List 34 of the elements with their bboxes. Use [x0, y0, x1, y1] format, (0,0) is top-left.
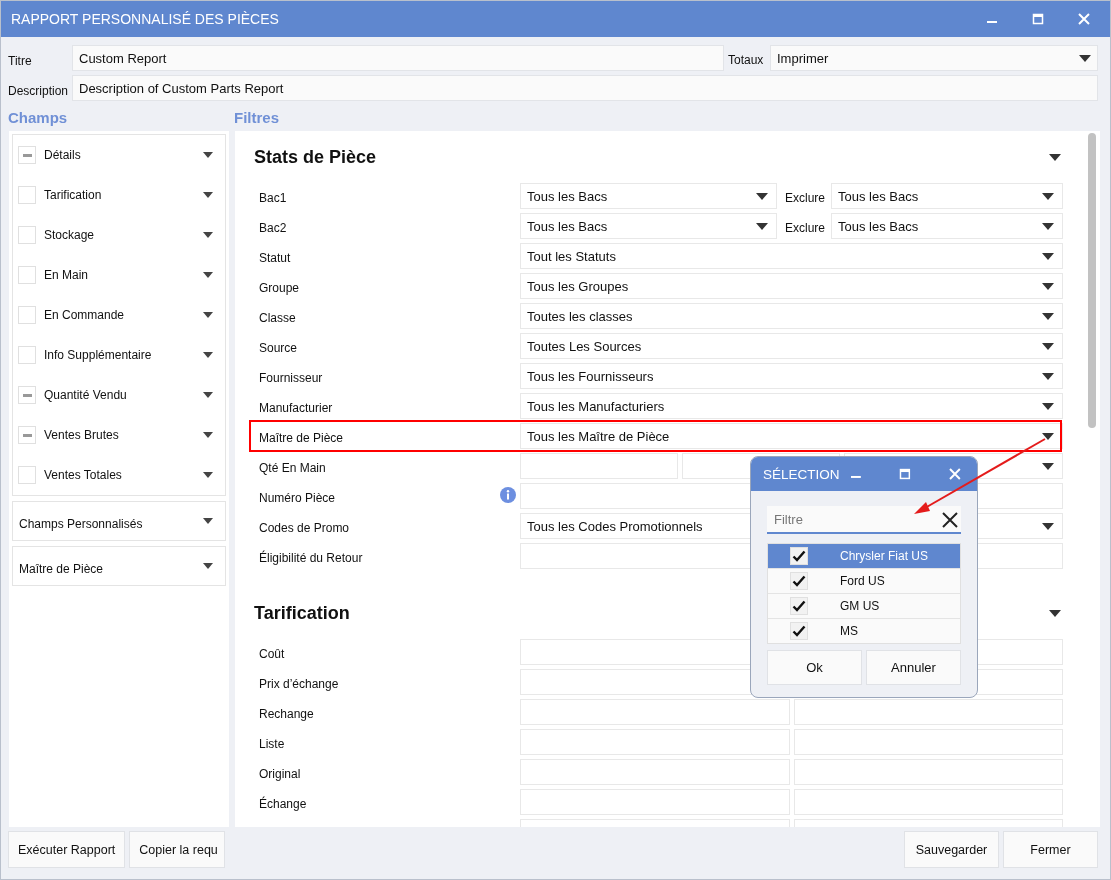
field-label: Prix d’échange — [259, 677, 339, 691]
field-label: Rechange — [259, 707, 314, 721]
field-label: Description — [8, 83, 70, 98]
field-label: Manufacturier — [259, 401, 333, 415]
item-label: Ford US — [840, 574, 885, 588]
item-label: MS — [840, 624, 858, 638]
field-label: Coût — [259, 647, 285, 661]
field-label: Groupe — [259, 281, 300, 295]
field-label: Titre — [8, 53, 33, 68]
field-label: Statut — [259, 251, 291, 265]
window-title: RAPPORT PERSONNALISÉ DES PIÈCES — [11, 11, 280, 27]
dialog-title: SÉLECTION — [763, 466, 840, 482]
item-label: Chrysler Fiat US — [840, 549, 928, 563]
exclude-label: Exclure — [784, 220, 826, 235]
field-label: Liste — [259, 737, 285, 751]
section-heading: Champs — [7, 108, 69, 126]
item-label: GM US — [840, 599, 880, 613]
field-label: Bac1 — [259, 191, 287, 205]
field-label: Totaux — [727, 52, 765, 67]
field-label: Codes de Promo — [259, 521, 350, 535]
field-label: Échange — [259, 797, 307, 811]
field-label: Fournisseur — [259, 371, 323, 385]
field-label: Classe — [259, 311, 296, 325]
field-label: Qté En Main — [259, 461, 326, 475]
field-label: Bac2 — [259, 221, 287, 235]
field-label: Numéro Pièce — [259, 491, 336, 505]
field-label: Source — [259, 341, 298, 355]
section-title: Tarification — [254, 602, 350, 624]
section-title: Stats de Pièce — [254, 146, 377, 168]
field-label: Original — [259, 767, 301, 781]
section-heading: Filtres — [234, 108, 279, 126]
exclude-label: Exclure — [784, 190, 826, 205]
field-label: Maître de Pièce — [259, 431, 344, 445]
field-label: Éligibilité du Retour — [259, 551, 363, 565]
